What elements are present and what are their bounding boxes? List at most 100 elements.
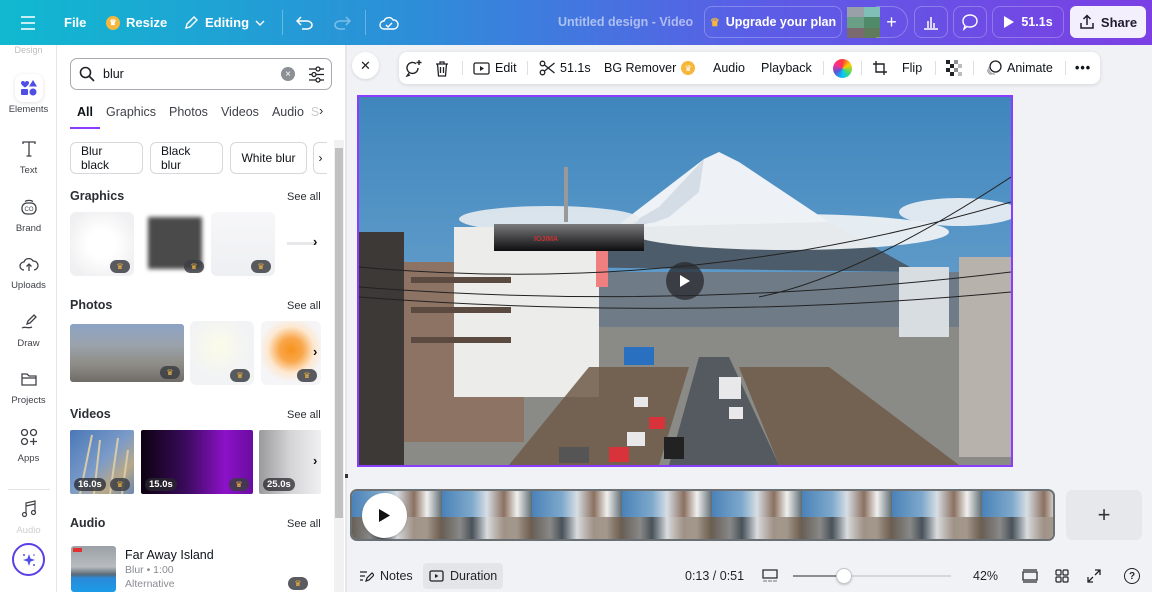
resize-button[interactable]: ♛ Resize: [106, 0, 167, 45]
more-options-button[interactable]: •••: [1075, 52, 1091, 84]
scrollbar-thumb[interactable]: [335, 148, 343, 518]
see-all-graphics-link[interactable]: See all: [287, 191, 321, 203]
photos-next-arrow[interactable]: ›: [313, 344, 317, 359]
page-view-button[interactable]: [1022, 560, 1038, 592]
redo-button[interactable]: [333, 0, 351, 45]
video-thumbnail[interactable]: 16.0s ♛: [70, 430, 134, 494]
divider: [1065, 61, 1066, 75]
see-all-photos-link[interactable]: See all: [287, 300, 321, 312]
transparency-icon: [946, 60, 962, 76]
tabs-next-arrow[interactable]: ›: [319, 103, 323, 118]
search-box: ×: [70, 58, 332, 90]
tab-more[interactable]: S: [311, 105, 319, 119]
canvas-play-button[interactable]: [666, 262, 704, 300]
add-comment-button[interactable]: [405, 52, 423, 84]
play-icon: [1004, 16, 1015, 28]
notes-icon: [360, 571, 374, 582]
clear-search-button[interactable]: ×: [281, 67, 295, 81]
chips-next-arrow[interactable]: ›: [313, 142, 327, 174]
rail-item-elements[interactable]: Elements: [0, 74, 57, 115]
design-title[interactable]: Untitled design - Video: [558, 15, 693, 29]
help-button[interactable]: ?: [1124, 560, 1140, 592]
bg-remover-button[interactable]: BG Remover ♛: [604, 52, 696, 84]
split-trim-button[interactable]: 51.1s: [539, 52, 591, 84]
zoom-slider[interactable]: [793, 568, 951, 584]
share-button[interactable]: Share: [1070, 6, 1146, 38]
video-duration: 25.0s: [263, 478, 295, 491]
animate-button[interactable]: Animate: [986, 52, 1053, 84]
transparency-button[interactable]: [946, 52, 962, 84]
suggestion-chip[interactable]: White blur: [230, 142, 307, 174]
insights-button[interactable]: [914, 6, 948, 38]
add-page-button[interactable]: +: [1066, 490, 1142, 540]
elements-panel: × All Graphics Photos Videos Audio S › B…: [57, 45, 345, 592]
notes-button[interactable]: Notes: [359, 560, 413, 592]
video-thumbnail[interactable]: 25.0s: [259, 430, 321, 494]
crown-icon: ♛: [110, 478, 130, 491]
suggestion-chip[interactable]: Black blur: [150, 142, 223, 174]
filter-sliders-icon[interactable]: [308, 66, 325, 83]
upgrade-plan-button[interactable]: ♛ Upgrade your plan: [704, 6, 842, 38]
playback-button[interactable]: Playback: [761, 52, 812, 84]
video-thumbnail[interactable]: 15.0s ♛: [141, 430, 253, 494]
rail-item-apps[interactable]: Apps: [0, 423, 57, 464]
undo-button[interactable]: [296, 0, 314, 45]
side-rail: Design Elements Text CO Brand Uploads Dr…: [0, 45, 57, 592]
panel-scrollbar[interactable]: [334, 140, 344, 592]
photo-thumbnail[interactable]: ♛: [70, 324, 184, 382]
tab-audio[interactable]: Audio: [272, 105, 304, 119]
present-play-button[interactable]: 51.1s: [992, 6, 1064, 38]
svg-text:CO: CO: [24, 207, 33, 213]
graphics-next-arrow[interactable]: ›: [313, 234, 317, 249]
flip-button[interactable]: Flip: [902, 52, 922, 84]
add-collaborator-button[interactable]: +: [876, 6, 908, 38]
crown-icon: ♛: [106, 15, 120, 30]
grid-view-button[interactable]: [1055, 560, 1069, 592]
rail-item-audio[interactable]: Audio: [0, 495, 57, 536]
search-input[interactable]: [103, 67, 273, 81]
page-thumbnails-toggle[interactable]: [762, 560, 778, 592]
suggestion-chip[interactable]: Blur black: [70, 142, 143, 174]
rail-item-text[interactable]: Text: [0, 135, 57, 176]
folder-icon: [15, 365, 43, 393]
save-status-button[interactable]: [379, 0, 399, 45]
zoom-slider-handle[interactable]: [835, 568, 852, 584]
delete-button[interactable]: [434, 52, 450, 84]
comments-button[interactable]: [953, 6, 987, 38]
tab-photos[interactable]: Photos: [169, 105, 208, 119]
tab-videos[interactable]: Videos: [221, 105, 259, 119]
magic-ai-button[interactable]: [12, 543, 45, 576]
zoom-level[interactable]: 42%: [973, 560, 998, 592]
graphic-thumbnail[interactable]: ♛: [211, 212, 275, 276]
hamburger-icon: [21, 15, 35, 30]
close-selection-button[interactable]: ✕: [352, 52, 379, 79]
section-title-photos: Photos: [70, 298, 113, 312]
rail-item-design[interactable]: Design: [0, 45, 57, 55]
rail-item-projects[interactable]: Projects: [0, 365, 57, 406]
audio-button[interactable]: Audio: [713, 52, 745, 84]
see-all-audio-link[interactable]: See all: [287, 518, 321, 530]
videos-next-arrow[interactable]: ›: [313, 453, 317, 468]
edit-video-button[interactable]: Edit: [473, 52, 517, 84]
timeline-track[interactable]: [350, 489, 1055, 541]
photo-thumbnail[interactable]: ♛: [190, 321, 254, 385]
tab-all[interactable]: All: [70, 105, 100, 129]
resize-handle[interactable]: [345, 474, 348, 478]
editing-mode-dropdown[interactable]: Editing: [183, 0, 265, 45]
graphic-thumbnail[interactable]: ♛: [70, 212, 134, 276]
divider: [282, 10, 283, 35]
color-button[interactable]: [833, 52, 852, 84]
file-menu[interactable]: File: [64, 0, 86, 45]
see-all-videos-link[interactable]: See all: [287, 409, 321, 421]
crop-button[interactable]: [872, 52, 888, 84]
timeline-play-button[interactable]: [362, 493, 407, 538]
fullscreen-button[interactable]: [1087, 560, 1101, 592]
graphic-thumbnail[interactable]: ♛: [144, 212, 208, 276]
rail-item-draw[interactable]: Draw: [0, 308, 57, 349]
rail-item-brand[interactable]: CO Brand: [0, 193, 57, 234]
rail-item-uploads[interactable]: Uploads: [0, 250, 57, 291]
duration-button[interactable]: Duration: [423, 563, 504, 589]
tab-graphics[interactable]: Graphics: [106, 105, 156, 119]
photo-thumbnail[interactable]: ♛: [261, 321, 321, 385]
main-menu-button[interactable]: [20, 0, 36, 45]
